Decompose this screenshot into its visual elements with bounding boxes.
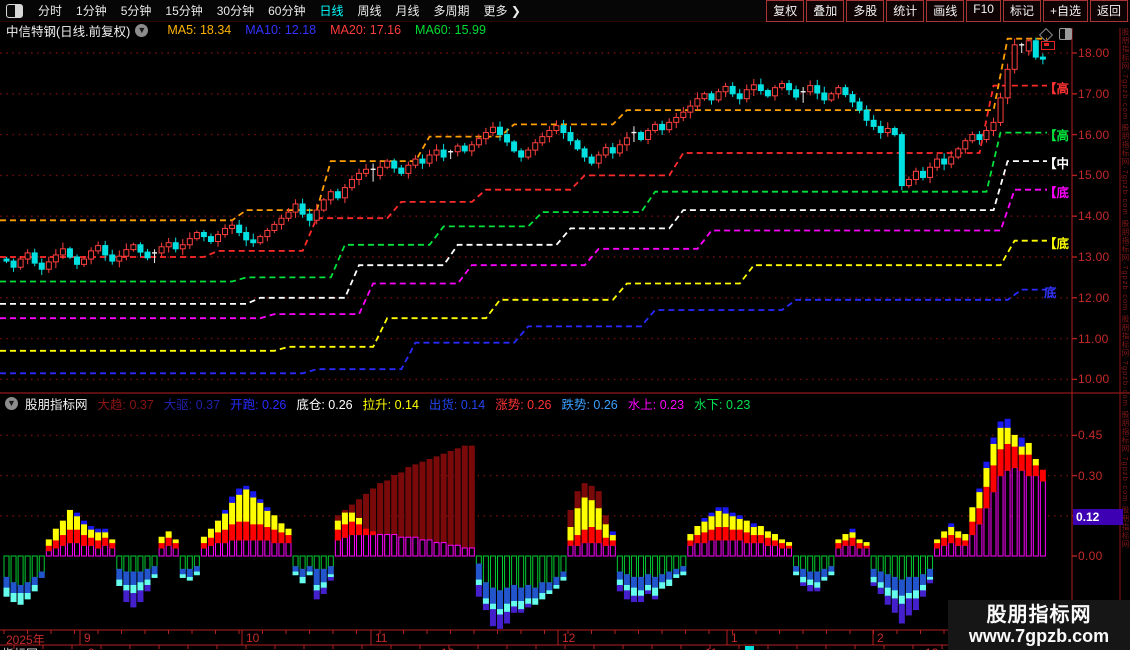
date-label-10: 10 bbox=[246, 631, 260, 645]
band-label: 【高 bbox=[1044, 128, 1070, 143]
date-label2-12: 12 bbox=[925, 646, 938, 650]
sub-indicator-header: ▼ 股朋指标网 大趋: 0.37 大驱: 0.37 开跑: 0.26 底仓: 0.26… bbox=[0, 394, 750, 412]
price-axis-label: 11.00 bbox=[1078, 331, 1109, 346]
menu-item-30分钟[interactable]: 30分钟 bbox=[217, 2, 254, 19]
toolbar-button-F10[interactable]: F10 bbox=[966, 0, 1001, 22]
menu-item-分时[interactable]: 分时 bbox=[38, 2, 62, 19]
menu-item-多周期[interactable]: 多周期 bbox=[434, 2, 470, 19]
price-axis-label: 14.00 bbox=[1078, 209, 1110, 224]
indicator-底仓: 底仓: 0.26 bbox=[296, 397, 353, 412]
last-value-badge: 0.12 bbox=[1073, 509, 1123, 526]
indicator-拉升: 拉升: 0.14 bbox=[362, 397, 419, 412]
menu-item-更多 ❯[interactable]: 更多 ❯ bbox=[484, 2, 521, 19]
top-band-marker-icon bbox=[1041, 41, 1055, 50]
price-axis-label: 12.00 bbox=[1078, 290, 1110, 305]
toolbar-button-多股[interactable]: 多股 bbox=[846, 0, 885, 22]
toolbar-button-叠加[interactable]: 叠加 bbox=[806, 0, 845, 22]
sub-axis-label: 0.30 bbox=[1078, 468, 1103, 483]
menu-item-5分钟[interactable]: 5分钟 bbox=[121, 2, 152, 19]
band-label: 底 bbox=[1044, 285, 1057, 300]
indicator-大趋: 大趋: 0.37 bbox=[97, 397, 154, 412]
band-label: 【高 bbox=[1044, 81, 1070, 96]
date-label-1: 1 bbox=[731, 631, 738, 645]
price-axis-label: 15.00 bbox=[1078, 168, 1110, 183]
indicator-开跑: 开跑: 0.26 bbox=[230, 397, 287, 412]
watermark: 股朋指标网 www.7gpzb.com bbox=[948, 600, 1130, 650]
trading-terminal: 分时 1分钟 5分钟 15分钟 30分钟 60分钟 日线 周线 月线 多周期 更多 ❯ 复权 叠加 多股… bbox=[0, 0, 1130, 650]
ma-value-MA5: MA5: 18.34 bbox=[167, 23, 232, 37]
price-axis-label: 13.00 bbox=[1078, 250, 1110, 264]
date-label2-9: 9 bbox=[88, 646, 95, 650]
toolbar-button-画线[interactable]: 画线 bbox=[926, 0, 965, 22]
toolbar-button-统计[interactable]: 统计 bbox=[886, 0, 925, 22]
menu-item-月线[interactable]: 月线 bbox=[396, 2, 420, 19]
band-label: 【底 bbox=[1044, 185, 1070, 200]
price-axis-label: 18.00 bbox=[1078, 46, 1110, 60]
chart-title-row: 中信特钢(日线.前复权) ▼ MA5: 18.34 MA10: 12.18 MA20… bbox=[0, 21, 486, 39]
menu-item-周线[interactable]: 周线 bbox=[357, 2, 381, 19]
band-label: 【中 bbox=[1044, 157, 1070, 172]
sub-axis-label: 0.00 bbox=[1078, 549, 1103, 563]
date-label-9: 9 bbox=[84, 631, 91, 645]
sub-axis-label: 0.45 bbox=[1078, 428, 1103, 443]
indicator-跌势: 跌势: 0.26 bbox=[561, 397, 618, 412]
indicator-name: 股朋指标网 bbox=[25, 397, 88, 412]
toolbar-button-标记[interactable]: 标记 bbox=[1002, 0, 1041, 22]
chevron-down-icon[interactable]: ▼ bbox=[5, 396, 18, 410]
chart-canvas[interactable] bbox=[0, 0, 1130, 650]
top-menubar: 分时 1分钟 5分钟 15分钟 30分钟 60分钟 日线 周线 月线 多周期 更多 ❯ 复权 叠加 多股… bbox=[0, 0, 1130, 22]
menu-item-1分钟[interactable]: 1分钟 bbox=[76, 2, 107, 19]
ma-value-MA60: MA60: 15.99 bbox=[415, 23, 486, 37]
menu-item-日线[interactable]: 日线 bbox=[319, 2, 343, 19]
ma-values: MA5: 18.34 MA10: 12.18 MA20: 17.16 MA60: 15… bbox=[153, 23, 486, 37]
date-label2-10: 10 bbox=[441, 646, 454, 650]
indicator-涨势: 涨势: 0.26 bbox=[495, 397, 552, 412]
price-axis-label: 10.00 bbox=[1078, 372, 1110, 387]
price-axis-label: 16.00 bbox=[1078, 127, 1110, 142]
menu-item-60分钟[interactable]: 60分钟 bbox=[268, 2, 305, 19]
watermark-site-name: 股朋指标网 bbox=[986, 604, 1092, 626]
stock-title: 中信特钢(日线.前复权) bbox=[6, 24, 131, 39]
indicator-水上: 水上: 0.23 bbox=[627, 397, 685, 412]
watermark-url: www.7gpzb.com bbox=[968, 626, 1110, 646]
app-window-icon[interactable] bbox=[6, 3, 23, 18]
date-label2-11: 11 bbox=[705, 646, 717, 650]
toolbar-buttons: 复权 叠加 多股 统计 画线 F10 标记 +自选 返回 bbox=[764, 0, 1128, 22]
toolbar-button-+自选[interactable]: +自选 bbox=[1042, 0, 1088, 22]
clipped-cyan-fragment bbox=[745, 646, 754, 650]
indicator-出货: 出货: 0.14 bbox=[428, 397, 486, 412]
date-label-12: 12 bbox=[562, 631, 576, 645]
toolbar-button-返回[interactable]: 返回 bbox=[1089, 0, 1128, 22]
date-label-2: 2 bbox=[877, 631, 884, 645]
ma-value-MA10: MA10: 12.18 bbox=[245, 23, 317, 37]
toolbar-button-复权[interactable]: 复权 bbox=[766, 0, 805, 22]
chevron-down-icon[interactable]: ▼ bbox=[135, 23, 149, 37]
indicator-values: 大趋: 0.37 大驱: 0.37 开跑: 0.26 底仓: 0.26 拉升: 0.14… bbox=[88, 394, 751, 413]
menu-item-15分钟[interactable]: 15分钟 bbox=[165, 2, 202, 19]
date-label-11: 11 bbox=[375, 631, 388, 645]
right-vertical-text-strip: 股朋指标网·7gpzb·com·股朋指标网·7gpzb·com·股朋指标网·7g… bbox=[1121, 28, 1130, 549]
band-label: 【底 bbox=[1044, 236, 1070, 251]
price-axis-label: 17.00 bbox=[1078, 86, 1110, 101]
indicator-水下: 水下: 0.23 bbox=[694, 397, 751, 412]
period-menu: 分时 1分钟 5分钟 15分钟 30分钟 60分钟 日线 周线 月线 多周期 更多 ❯ bbox=[31, 2, 528, 19]
panel-toggle-icon[interactable] bbox=[1059, 28, 1072, 40]
ma-value-MA20: MA20: 17.16 bbox=[330, 23, 402, 37]
indicator-大驱: 大驱: 0.37 bbox=[163, 397, 221, 412]
clipped-bottom-text: 指标网 bbox=[2, 645, 38, 650]
